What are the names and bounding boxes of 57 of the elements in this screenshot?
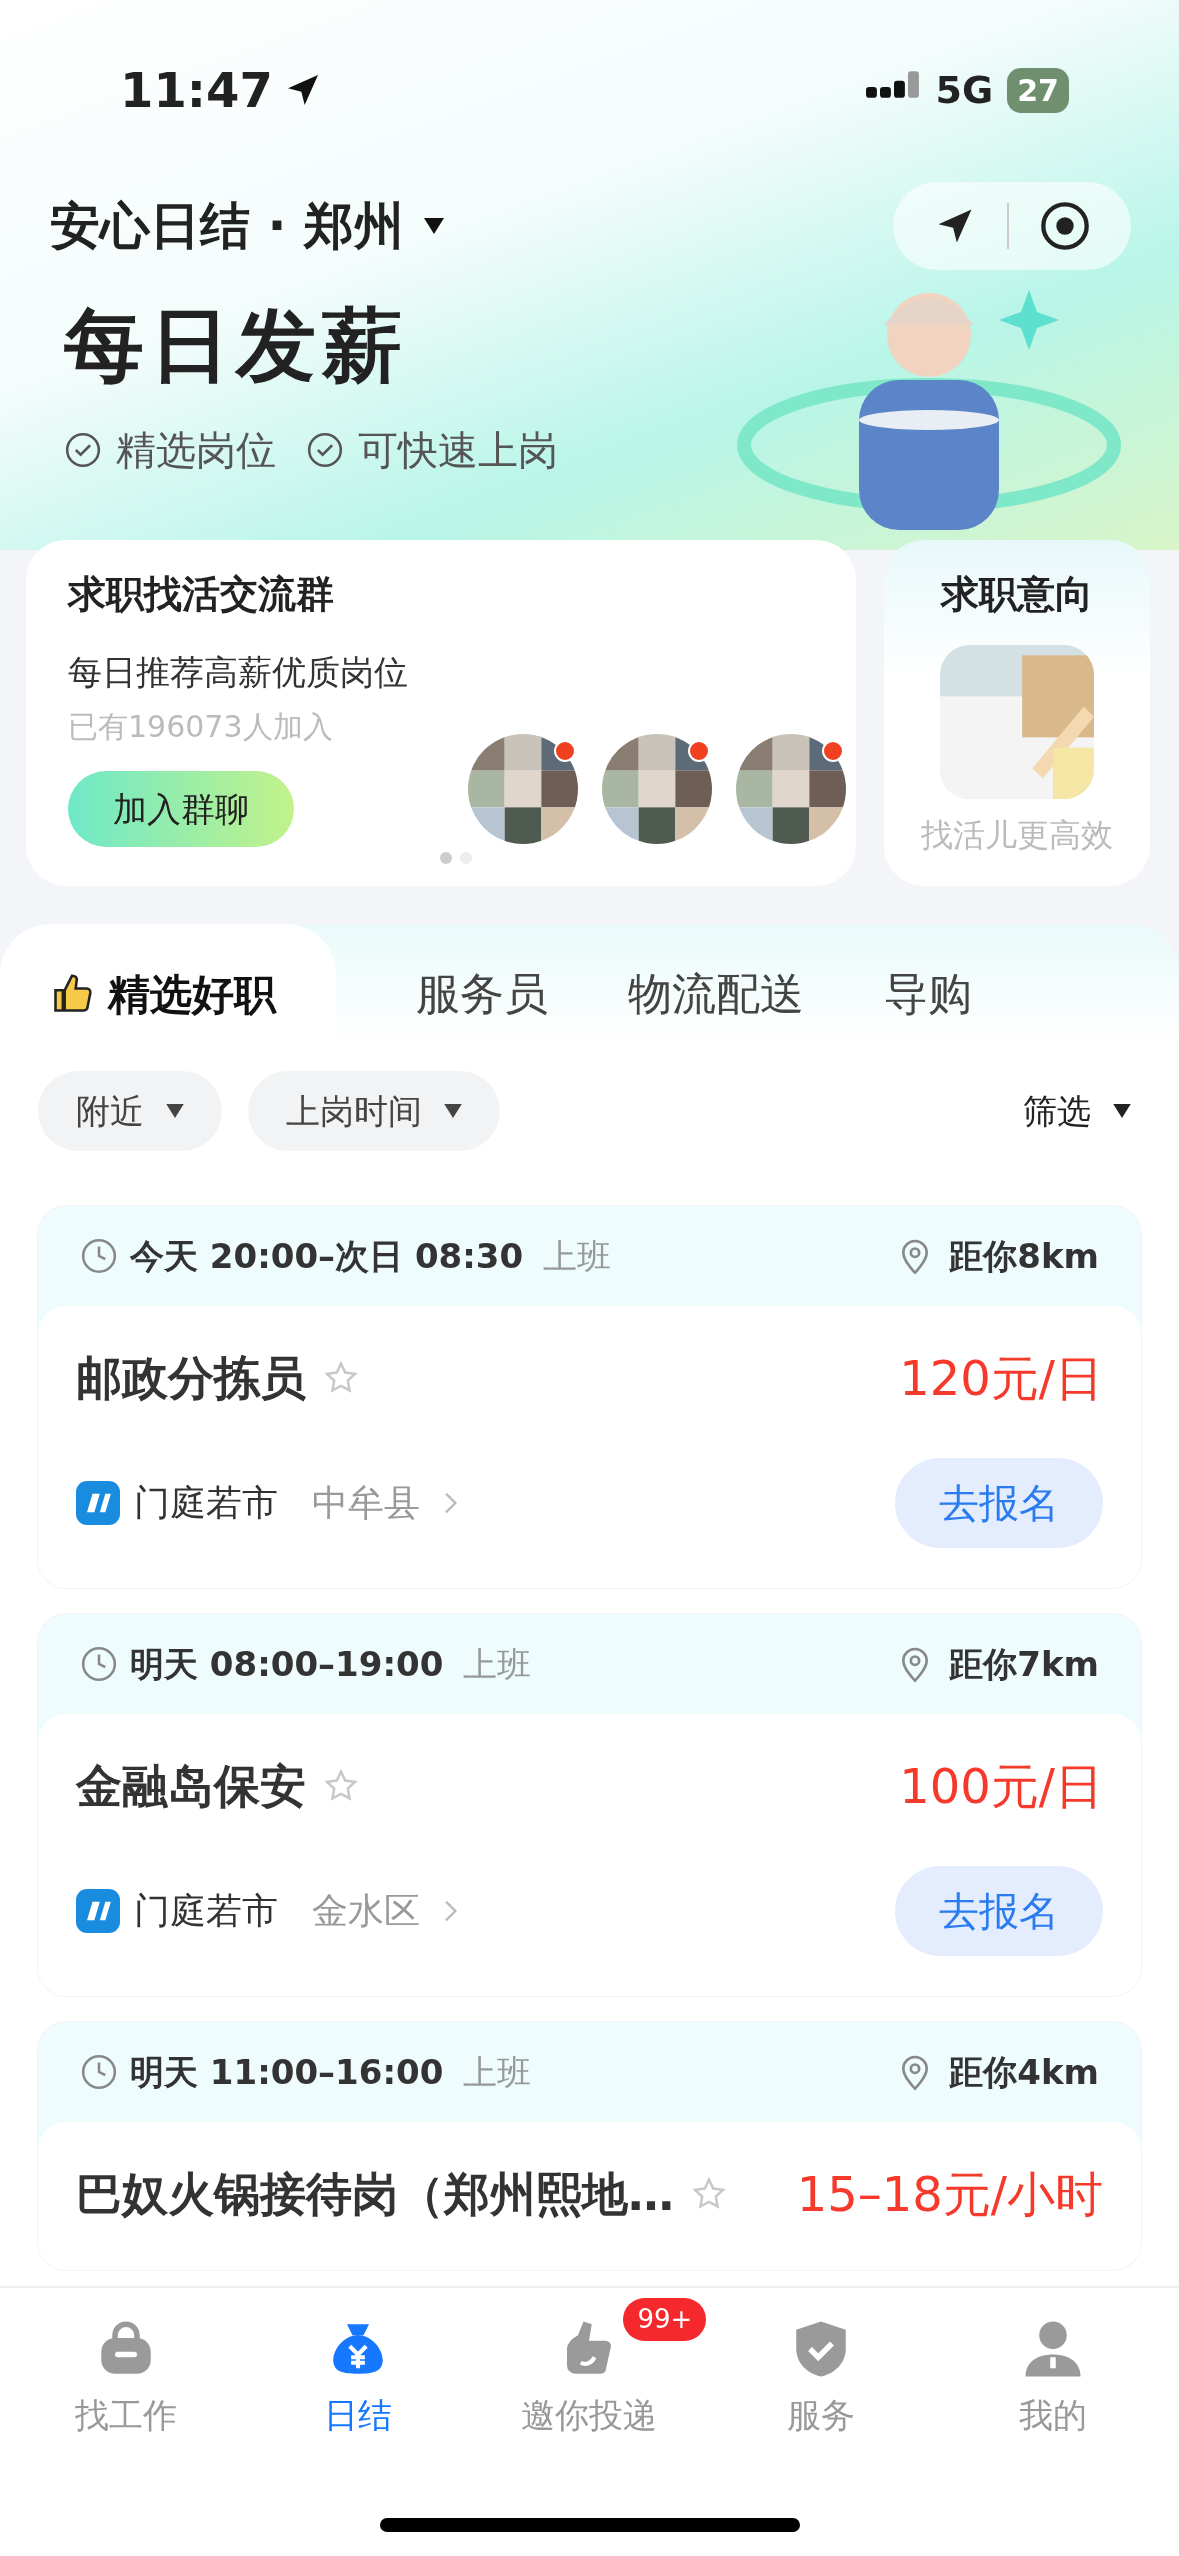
job-pay: 15–18元/小时: [796, 2165, 1103, 2224]
job-title: 巴奴火锅接待岗（郑州熙地…: [76, 2165, 674, 2223]
clock-icon: [80, 1237, 118, 1275]
category-tab[interactable]: 服务员: [416, 961, 548, 1027]
nav-tab[interactable]: 日结: [245, 2298, 470, 2441]
check-circle-icon: [306, 431, 344, 469]
caret-down-icon[interactable]: [423, 218, 444, 234]
shift-label: 上班: [463, 1642, 532, 1686]
join-group-button[interactable]: 加入群聊: [68, 771, 294, 847]
distance-text: 距你8km: [949, 1234, 1099, 1278]
company-name: 门庭若市: [134, 1481, 278, 1525]
city-title[interactable]: 安心日结 · 郑州: [50, 188, 404, 264]
job-card[interactable]: 今天 20:00–次日 08:30 上班 距你8km 邮政分拣员 120元/日 门庭若市 中牟县 去报名: [38, 1206, 1141, 1588]
schedule-text: 明天 11:00–16:00: [130, 2050, 444, 2094]
shift-label: 上班: [463, 2050, 532, 2094]
hero-title: 每日发薪: [64, 298, 409, 394]
status-time: 11:47: [120, 61, 273, 120]
intent-card[interactable]: 求职意向 找活儿更高效: [884, 540, 1150, 886]
schedule-text: 今天 20:00–次日 08:30: [130, 1234, 524, 1278]
group-subtitle: 每日推荐高薪优质岗位: [68, 651, 408, 694]
area-name: 中牟县: [312, 1481, 420, 1525]
job-title: 金融岛保安: [76, 1757, 306, 1815]
caret-down-icon: [1113, 1104, 1131, 1118]
intent-title: 求职意向: [941, 571, 1093, 618]
network-label: 5G: [935, 66, 994, 114]
group-card[interactable]: 求职找活交流群 每日推荐高薪优质岗位 已有196073人加入 加入群聊: [26, 540, 856, 886]
feature-label: 精选岗位: [116, 426, 276, 475]
shift-label: 上班: [543, 1234, 612, 1278]
feature-label: 可快速上岗: [358, 426, 558, 475]
check-circle-icon: [64, 431, 102, 469]
clock-icon: [80, 1645, 118, 1683]
caret-down-icon: [444, 1104, 462, 1118]
company-logo-icon: [76, 1889, 120, 1933]
distance-text: 距你7km: [949, 1642, 1099, 1686]
caret-down-icon: [166, 1104, 184, 1118]
filter-button[interactable]: 筛选: [1023, 1085, 1141, 1137]
filter-chip[interactable]: 上岗时间: [248, 1071, 500, 1151]
job-pay: 120元/日: [899, 1349, 1103, 1408]
battery-indicator: 27: [1007, 67, 1069, 113]
area-name: 金水区: [312, 1889, 420, 1933]
company-logo-icon: [76, 1481, 120, 1525]
clock-icon: [80, 2053, 118, 2091]
job-card[interactable]: 明天 08:00–19:00 上班 距你7km 金融岛保安 100元/日 门庭若市 金水区 去报名: [38, 1614, 1141, 1996]
target-icon[interactable]: [1039, 200, 1091, 252]
job-pay: 100元/日: [899, 1757, 1103, 1816]
badge-count: 99+: [623, 2298, 707, 2341]
company-name: 门庭若市: [134, 1889, 278, 1933]
group-title: 求职找活交流群: [68, 571, 335, 618]
category-tab[interactable]: 导购: [884, 961, 972, 1027]
schedule-text: 明天 08:00–19:00: [130, 1642, 444, 1686]
job-card[interactable]: 明天 11:00–16:00 上班 距你4km 巴奴火锅接待岗（郑州熙地… 15–18元/小时: [38, 2022, 1141, 2270]
category-tab[interactable]: 物流配送: [628, 961, 804, 1027]
intent-caption: 找活儿更高效: [921, 815, 1113, 856]
distance-text: 距你4km: [949, 2050, 1099, 2094]
joined-count: 已有196073人加入: [68, 708, 334, 746]
job-title: 邮政分拣员: [76, 1349, 306, 1407]
filter-chip[interactable]: 附近: [38, 1071, 222, 1151]
